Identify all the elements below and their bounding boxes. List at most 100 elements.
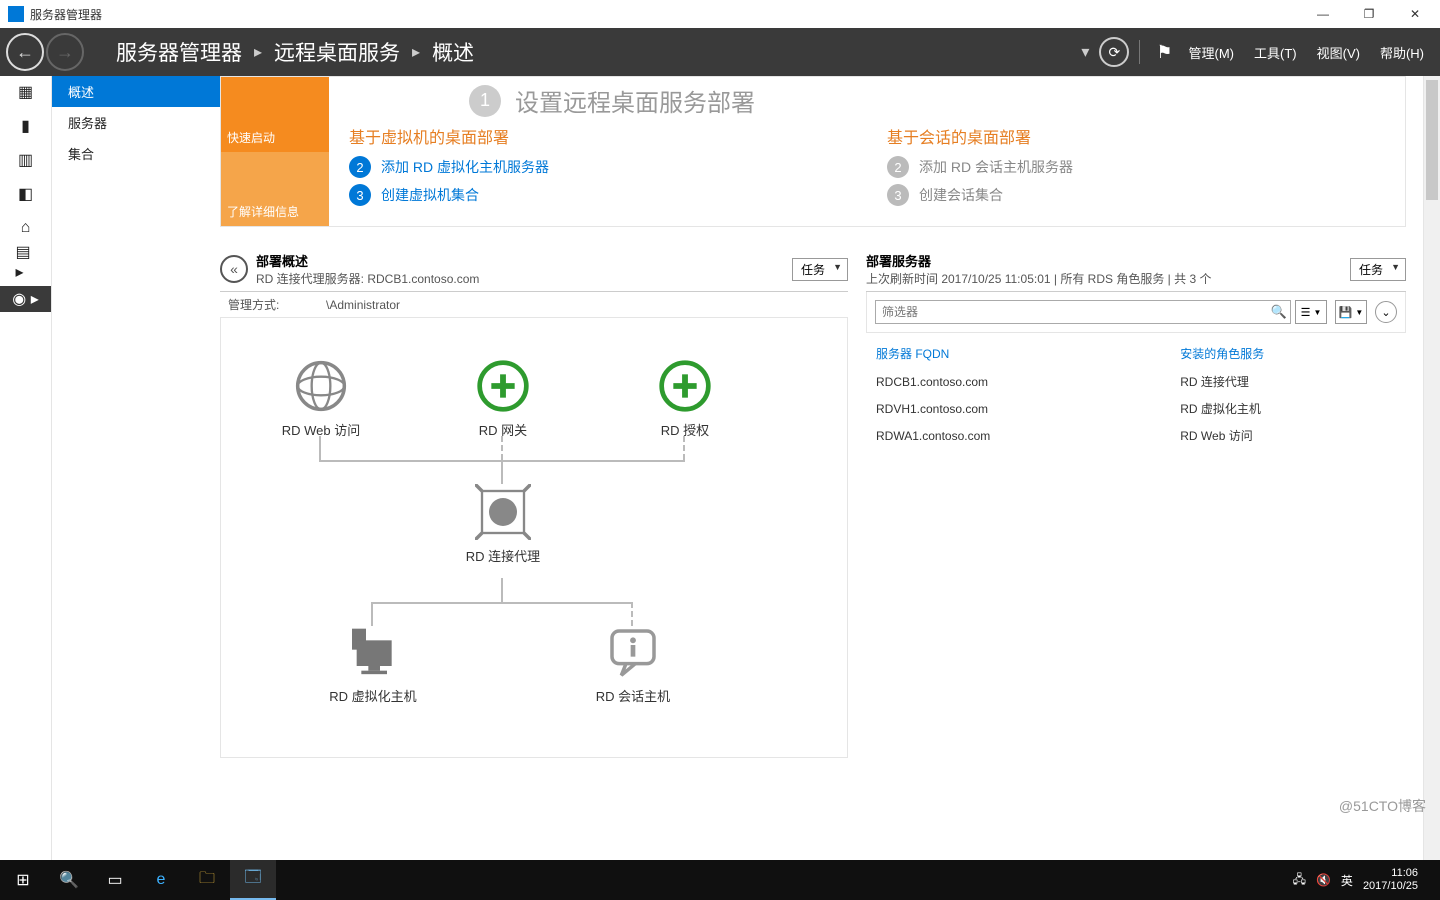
deployment-overview-panel: « 部署概述 RD 连接代理服务器: RDCB1.contoso.com 任务 … bbox=[220, 251, 848, 758]
menu-manage[interactable]: 管理(M) bbox=[1179, 43, 1245, 62]
setup-step-1: 1 设置远程桌面服务部署 bbox=[469, 83, 1385, 118]
clock-date: 2017/10/25 bbox=[1363, 880, 1418, 893]
collapse-icon[interactable]: « bbox=[220, 255, 248, 283]
rd-licensing-node[interactable]: RD 授权 bbox=[635, 358, 735, 439]
clock-time: 11:06 bbox=[1363, 867, 1418, 880]
breadcrumb-level2[interactable]: 概述 bbox=[426, 37, 480, 67]
servers-title: 部署服务器 bbox=[866, 251, 1342, 270]
table-row[interactable]: RDCB1.contoso.comRD 连接代理 bbox=[866, 368, 1406, 395]
ime-indicator[interactable]: 英 bbox=[1341, 872, 1353, 889]
system-tray[interactable]: 🖧 🔇 英 bbox=[1283, 870, 1363, 891]
node-label: RD Web 访问 bbox=[271, 420, 371, 439]
link-label: 添加 RD 虚拟化主机服务器 bbox=[381, 157, 549, 177]
rd-virt-host-node[interactable]: RD 虚拟化主机 bbox=[313, 624, 433, 705]
breadcrumb-sep-icon: ▸ bbox=[248, 42, 268, 62]
col-fqdn[interactable]: 服务器 FQDN bbox=[866, 339, 1170, 368]
ie-icon[interactable]: e bbox=[138, 860, 184, 900]
tasks-dropdown[interactable]: 任务 bbox=[1350, 258, 1406, 281]
deployment-diagram: RD Web 访问 RD 网关 RD 授权 RD 连接代理 bbox=[220, 318, 848, 758]
sidebar-item-servers[interactable]: 服务器 bbox=[52, 107, 220, 138]
step-number-icon: 3 bbox=[349, 184, 371, 206]
refresh-button[interactable]: ⟳ bbox=[1099, 37, 1129, 67]
add-session-host-link[interactable]: 2 添加 RD 会话主机服务器 bbox=[887, 156, 1385, 178]
step-number-icon: 2 bbox=[349, 156, 371, 178]
close-button[interactable]: ✕ bbox=[1392, 0, 1438, 28]
broker-icon bbox=[475, 484, 531, 540]
volume-icon[interactable]: 🔇 bbox=[1316, 873, 1331, 887]
menu-help[interactable]: 帮助(H) bbox=[1370, 43, 1434, 62]
add-virt-host-link[interactable]: 2 添加 RD 虚拟化主机服务器 bbox=[349, 156, 847, 178]
node-label: RD 会话主机 bbox=[573, 686, 693, 705]
taskbar: ⊞ 🔍 ▭ e 🗀 🗔 🖧 🔇 英 11:06 2017/10/25 bbox=[0, 860, 1440, 900]
maximize-button[interactable]: ❐ bbox=[1346, 0, 1392, 28]
view-options-dropdown[interactable]: ☰ bbox=[1295, 300, 1327, 324]
managed-by-label: 管理方式: bbox=[228, 298, 279, 312]
explorer-icon[interactable]: 🗀 bbox=[184, 860, 230, 900]
globe-icon bbox=[293, 358, 349, 414]
sidebar-item-overview[interactable]: 概述 bbox=[52, 76, 220, 107]
app-icon bbox=[8, 6, 24, 22]
quickstart-tile[interactable]: 快速启动 bbox=[221, 77, 329, 152]
nav-forward-button[interactable]: → bbox=[46, 33, 84, 71]
menu-tools[interactable]: 工具(T) bbox=[1244, 43, 1307, 62]
servers-subtitle: 上次刷新时间 2017/10/25 11:05:01 | 所有 RDS 角色服务… bbox=[866, 270, 1342, 287]
link-label: 创建会话集合 bbox=[919, 185, 1003, 205]
nav-back-button[interactable]: ← bbox=[6, 33, 44, 71]
servers-table: 服务器 FQDN 安装的角色服务 RDCB1.contoso.comRD 连接代… bbox=[866, 339, 1406, 449]
search-button[interactable]: 🔍 bbox=[46, 860, 92, 900]
deploy-title: 部署概述 bbox=[256, 251, 784, 270]
link-label: 创建虚拟机集合 bbox=[381, 185, 479, 205]
minimize-button[interactable]: — bbox=[1300, 0, 1346, 28]
step-number-icon: 3 bbox=[887, 184, 909, 206]
watermark: @51CTO博客 bbox=[1339, 796, 1426, 816]
expand-button[interactable]: ⌄ bbox=[1375, 301, 1397, 323]
scrollbar[interactable] bbox=[1423, 76, 1440, 860]
node-label: RD 授权 bbox=[635, 420, 735, 439]
tasks-dropdown[interactable]: 任务 bbox=[792, 258, 848, 281]
rail-all-servers-icon[interactable]: ▥ bbox=[16, 150, 36, 170]
notifications-flag-icon[interactable]: ⚑ bbox=[1150, 42, 1178, 63]
table-row[interactable]: RDVH1.contoso.comRD 虚拟化主机 bbox=[866, 395, 1406, 422]
window-title: 服务器管理器 bbox=[30, 6, 102, 23]
filter-input[interactable] bbox=[875, 300, 1291, 324]
task-view-button[interactable]: ▭ bbox=[92, 860, 138, 900]
search-icon[interactable]: 🔍 bbox=[1271, 304, 1287, 320]
breadcrumb-level1[interactable]: 远程桌面服务 bbox=[268, 37, 406, 67]
step-1-label: 设置远程桌面服务部署 bbox=[515, 83, 755, 118]
rail-rds-icon[interactable]: ◉ ▸ bbox=[0, 286, 51, 312]
command-bar: ← → 服务器管理器 ▸ 远程桌面服务 ▸ 概述 ▾ ⟳ ⚑ 管理(M) 工具(… bbox=[0, 28, 1440, 76]
dropdown-icon[interactable]: ▾ bbox=[1075, 42, 1095, 62]
network-icon[interactable]: 🖧 bbox=[1293, 870, 1306, 891]
step-number-icon: 1 bbox=[469, 85, 501, 117]
table-row[interactable]: RDWA1.contoso.comRD Web 访问 bbox=[866, 422, 1406, 449]
menu-view[interactable]: 视图(V) bbox=[1307, 43, 1370, 62]
rail-local-server-icon[interactable]: ▮ bbox=[16, 116, 36, 136]
rd-web-access-node[interactable]: RD Web 访问 bbox=[271, 358, 371, 439]
save-query-dropdown[interactable]: 💾 bbox=[1335, 300, 1367, 324]
rd-broker-node[interactable]: RD 连接代理 bbox=[443, 484, 563, 565]
link-label: 添加 RD 会话主机服务器 bbox=[919, 157, 1073, 177]
sidebar-item-collections[interactable]: 集合 bbox=[52, 138, 220, 169]
clock[interactable]: 11:06 2017/10/25 bbox=[1363, 867, 1426, 893]
start-button[interactable]: ⊞ bbox=[0, 860, 46, 900]
server-manager-icon[interactable]: 🗔 bbox=[230, 860, 276, 900]
vm-deploy-heading: 基于虚拟机的桌面部署 bbox=[349, 124, 847, 148]
icon-rail: ▦ ▮ ▥ ◧ ⌂ ▤ ▸ ◉ ▸ bbox=[0, 76, 52, 860]
rail-iis-icon[interactable]: ⌂ bbox=[16, 218, 36, 238]
step-number-icon: 2 bbox=[887, 156, 909, 178]
rail-storage-icon[interactable]: ▤ ▸ bbox=[16, 252, 36, 272]
rail-file-services-icon[interactable]: ◧ bbox=[16, 184, 36, 204]
deploy-subtitle: RD 连接代理服务器: RDCB1.contoso.com bbox=[256, 270, 784, 287]
rd-gateway-node[interactable]: RD 网关 bbox=[453, 358, 553, 439]
show-desktop-button[interactable] bbox=[1426, 860, 1440, 900]
breadcrumb-root[interactable]: 服务器管理器 bbox=[110, 37, 248, 67]
side-nav: 概述 服务器 集合 bbox=[52, 76, 220, 860]
create-session-collection-link[interactable]: 3 创建会话集合 bbox=[887, 184, 1385, 206]
col-role[interactable]: 安装的角色服务 bbox=[1170, 339, 1406, 368]
learn-more-tile[interactable]: 了解详细信息 bbox=[221, 152, 329, 227]
node-label: RD 虚拟化主机 bbox=[313, 686, 433, 705]
node-label: RD 网关 bbox=[453, 420, 553, 439]
rd-session-host-node[interactable]: RD 会话主机 bbox=[573, 624, 693, 705]
rail-dashboard-icon[interactable]: ▦ bbox=[16, 82, 36, 102]
create-vm-collection-link[interactable]: 3 创建虚拟机集合 bbox=[349, 184, 847, 206]
